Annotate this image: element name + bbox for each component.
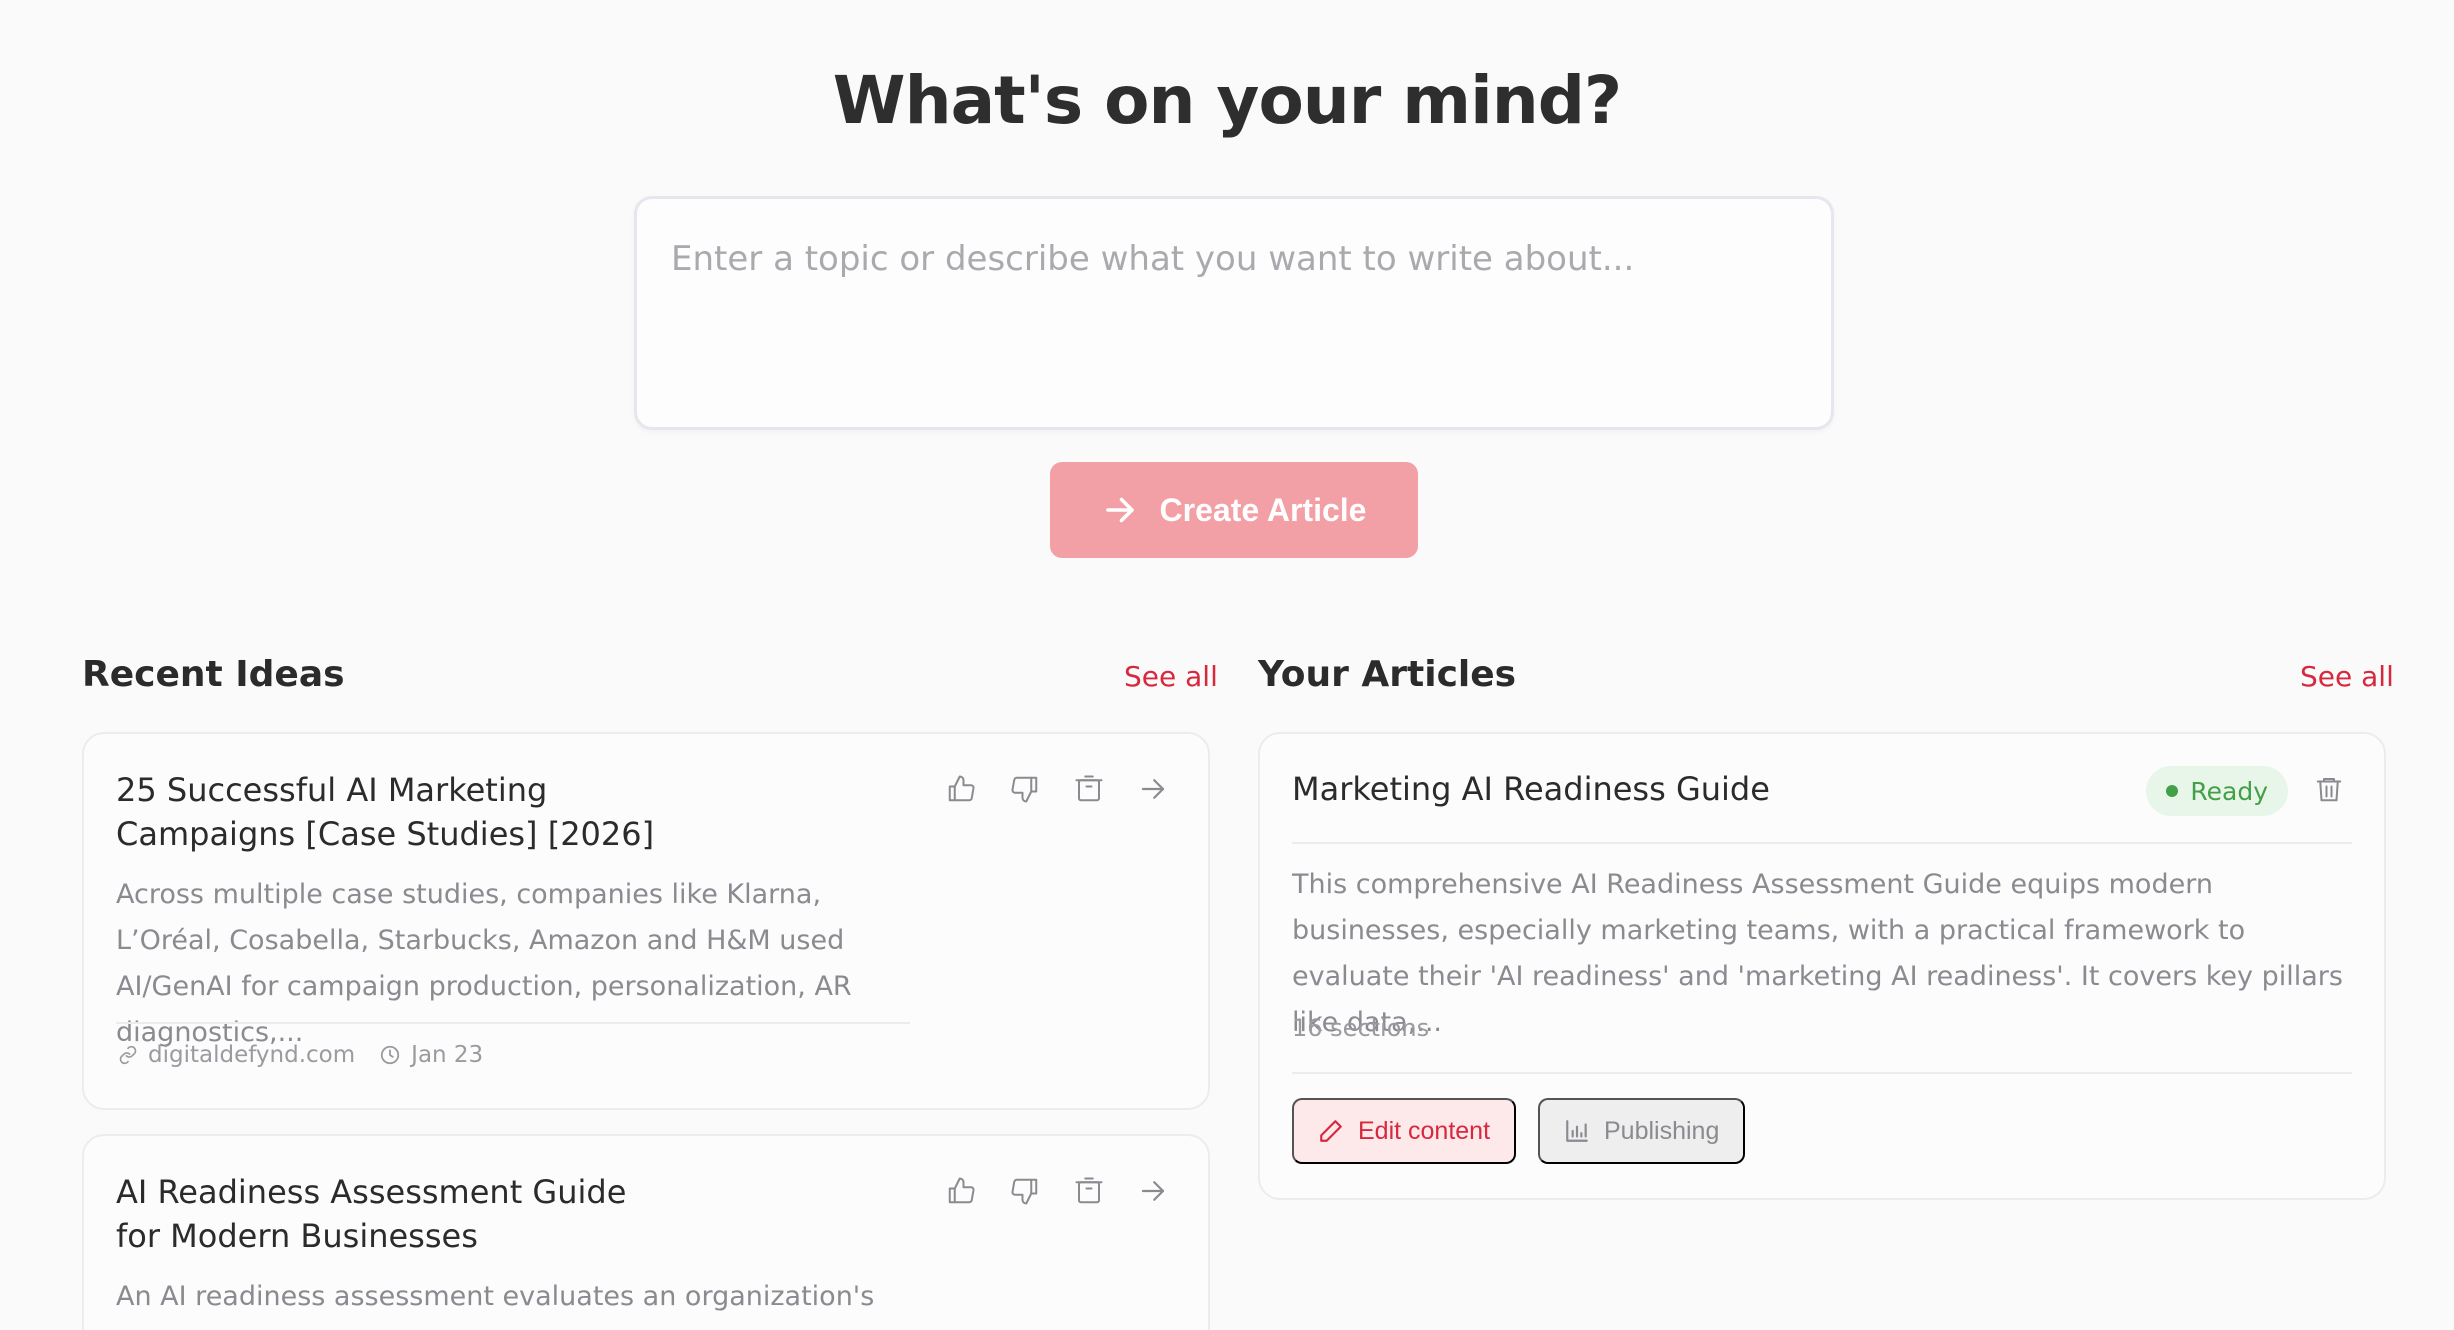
recent-ideas-see-all-link[interactable]: See all xyxy=(1124,660,1218,693)
create-article-label: Create Article xyxy=(1159,491,1367,528)
divider xyxy=(1292,842,2352,844)
thumbs-up-icon[interactable] xyxy=(946,1176,976,1206)
source-meta: digitaldefynd.com xyxy=(118,1042,355,1068)
date-meta: Jan 23 xyxy=(379,1042,483,1068)
article-card[interactable]: Marketing AI Readiness Guide Ready This … xyxy=(1258,732,2386,1200)
page-title: What's on your mind? xyxy=(832,62,1622,139)
idea-date: Jan 23 xyxy=(411,1042,484,1068)
publishing-label: Publishing xyxy=(1604,1116,1720,1145)
idea-meta: digitaldefynd.com Jan 23 xyxy=(118,1042,495,1068)
idea-actions xyxy=(946,1176,1168,1206)
article-title: Marketing AI Readiness Guide xyxy=(1292,770,1770,808)
idea-title: AI Readiness Assessment Guide for Modern… xyxy=(116,1173,627,1255)
status-badge: Ready xyxy=(2146,766,2288,816)
divider xyxy=(1292,1072,2352,1074)
pencil-icon xyxy=(1318,1118,1344,1144)
archive-icon[interactable] xyxy=(1074,1176,1104,1206)
topic-input-box[interactable] xyxy=(634,196,1834,430)
link-icon xyxy=(118,1045,138,1065)
source-domain: digitaldefynd.com xyxy=(148,1042,356,1068)
sections-count: 16 sections xyxy=(1292,1014,1430,1042)
divider xyxy=(116,1022,910,1024)
idea-actions xyxy=(946,774,1168,804)
your-articles-see-all-link[interactable]: See all xyxy=(2300,660,2394,693)
idea-card[interactable]: AI Readiness Assessment Guide for Modern… xyxy=(82,1134,1210,1330)
clock-icon xyxy=(379,1044,401,1066)
thumbs-down-icon[interactable] xyxy=(1010,774,1040,804)
topic-input[interactable] xyxy=(637,199,1831,427)
status-label: Ready xyxy=(2190,776,2268,806)
article-description: This comprehensive AI Readiness Assessme… xyxy=(1292,869,2343,1038)
idea-description: An AI readiness assessment evaluates an … xyxy=(116,1281,875,1312)
idea-description: Across multiple case studies, companies … xyxy=(116,879,852,1048)
edit-content-label: Edit content xyxy=(1358,1116,1491,1145)
archive-icon[interactable] xyxy=(1074,774,1104,804)
thumbs-up-icon[interactable] xyxy=(946,774,976,804)
thumbs-down-icon[interactable] xyxy=(1010,1176,1040,1206)
recent-ideas-heading: Recent Ideas xyxy=(82,654,345,695)
page: What's on your mind? Create Article Rece… xyxy=(0,0,2454,1330)
edit-content-button[interactable]: Edit content xyxy=(1292,1098,1517,1164)
status-dot xyxy=(2166,785,2179,797)
arrow-right-icon[interactable] xyxy=(1138,774,1168,804)
arrow-right-icon xyxy=(1102,492,1138,528)
trash-icon[interactable] xyxy=(2314,774,2344,804)
create-article-button[interactable]: Create Article xyxy=(1050,462,1418,558)
arrow-right-icon[interactable] xyxy=(1138,1176,1168,1206)
idea-title: 25 Successful AI Marketing Campaigns [Ca… xyxy=(116,771,655,853)
bar-chart-icon xyxy=(1564,1118,1590,1144)
idea-card[interactable]: 25 Successful AI Marketing Campaigns [Ca… xyxy=(82,732,1210,1110)
publishing-button[interactable]: Publishing xyxy=(1538,1098,1746,1164)
your-articles-heading: Your Articles xyxy=(1258,654,1517,695)
